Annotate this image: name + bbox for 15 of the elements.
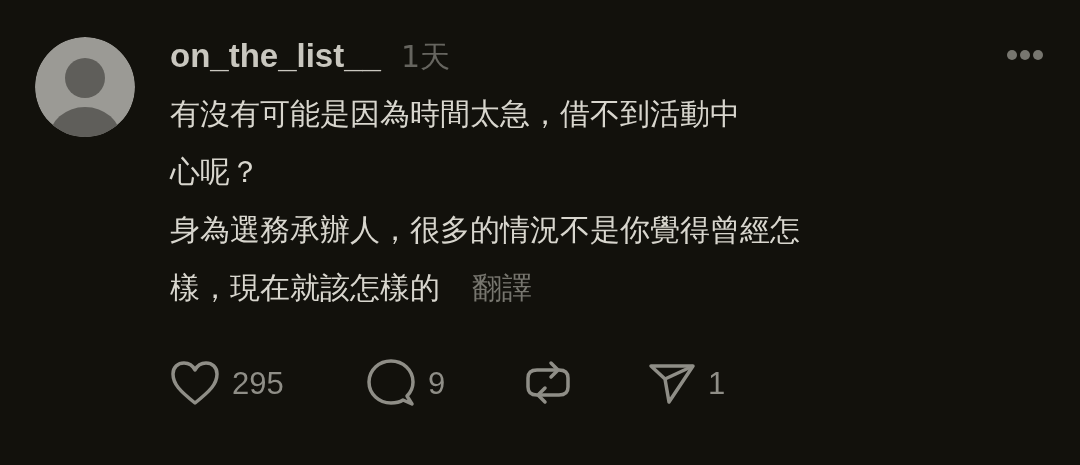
share-button[interactable]: 1: [648, 361, 726, 405]
comment-text: 心呢？: [170, 154, 260, 189]
translate-link[interactable]: 翻譯: [471, 270, 532, 305]
like-button[interactable]: 295: [170, 360, 366, 406]
comment-text: 身為選務承辦人，很多的情況不是你覺得曾經怎: [170, 212, 800, 247]
comment-text: 樣，現在就該怎樣的: [170, 270, 440, 305]
reply-button[interactable]: 9: [366, 358, 523, 408]
send-icon: [648, 361, 696, 405]
username[interactable]: on_the_list__: [170, 37, 381, 75]
speech-bubble-icon: [366, 358, 416, 408]
heart-icon: [170, 360, 220, 406]
more-options-icon[interactable]: [1006, 49, 1044, 61]
timestamp: 1天: [400, 38, 450, 76]
avatar-icon[interactable]: [35, 37, 135, 137]
comment-text: 有沒有可能是因為時間太急，借不到活動中: [170, 96, 740, 131]
